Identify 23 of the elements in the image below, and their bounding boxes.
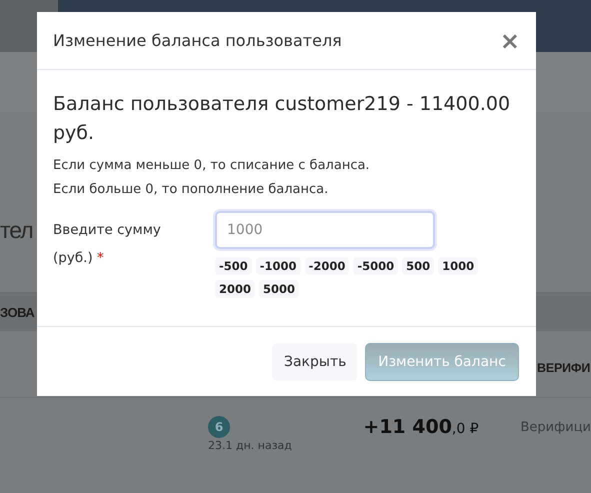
quick-amount-button[interactable]: -5000 [353,257,398,275]
quick-amount-button[interactable]: 500 [402,257,434,275]
status-text: Верифици [520,419,591,435]
amount: +11 400,0 ₽ [363,416,480,438]
column-header: ВЕРИФИ [537,360,590,375]
page-heading: тел [0,216,34,245]
quick-amount-button[interactable]: -1000 [256,257,301,275]
close-button[interactable]: × [500,28,520,52]
close-dialog-button[interactable]: Закрыть [272,342,357,380]
amount-label: Введите сумму (руб.) * [53,221,162,268]
quick-amount-button[interactable]: 2000 [215,280,256,298]
column-header: ЗОВА [0,304,34,320]
quick-amount-button[interactable]: 1000 [438,257,478,275]
balance-heading: Баланс пользователя customer219 - 11400.00 руб. [53,92,512,146]
quick-amount-button[interactable]: -500 [215,257,252,275]
count-badge: 6 [208,416,230,438]
quick-amount-button[interactable]: -2000 [304,257,350,275]
quick-amount-button[interactable]: 5000 [259,280,300,298]
modal-title: Изменение баланса пользователя [53,31,342,50]
hint-text: Если больше 0, то пополнение баланса. [53,181,330,199]
time-ago: 23.1 дн. назад [208,439,292,452]
hint-text: Если сумма меньше 0, то списание с баланса. [53,157,371,175]
amount-input[interactable]: 1000 [215,211,435,249]
